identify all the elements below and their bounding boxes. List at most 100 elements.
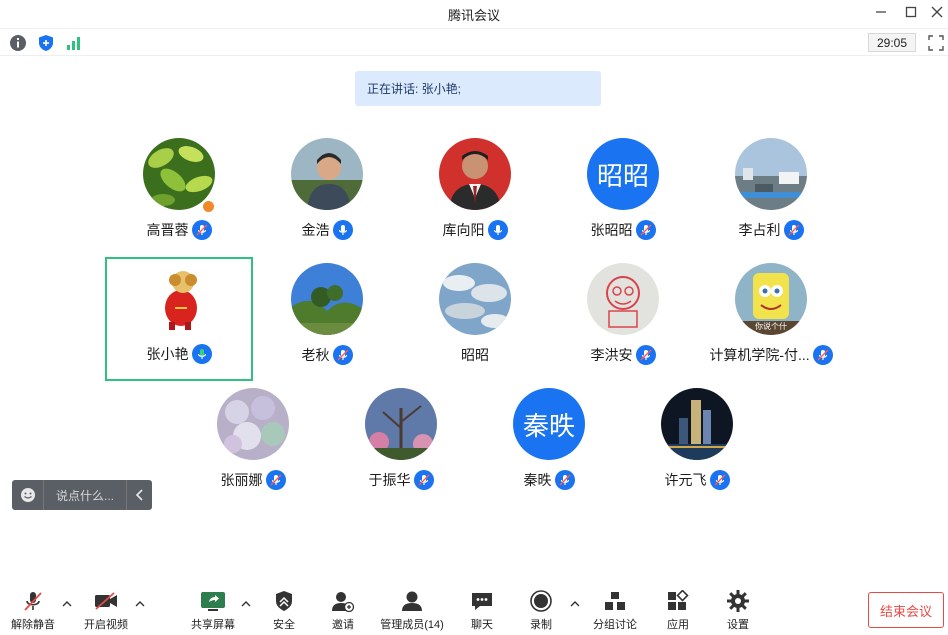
breakout-rooms-button[interactable]: 分组讨论 <box>589 588 641 634</box>
speaking-banner: 正在讲话: 张小艳; <box>355 71 601 106</box>
microphone-muted-icon <box>783 220 804 240</box>
participant-tile-active-speaker[interactable]: 张小艳 <box>105 257 253 381</box>
landscape-photo-icon <box>291 263 363 335</box>
security-shield-icon <box>276 591 292 611</box>
microphone-off-icon <box>24 592 42 611</box>
close-icon <box>931 6 943 18</box>
participant-tile[interactable]: 张丽娜 <box>179 376 327 500</box>
microphone-muted-icon <box>709 470 730 490</box>
maximize-icon <box>905 6 917 18</box>
microphone-muted-icon <box>265 470 286 490</box>
avatar <box>735 138 807 210</box>
microphone-muted-icon <box>413 470 434 490</box>
collapse-chat-button[interactable] <box>126 480 152 510</box>
emoji-button[interactable] <box>12 480 44 510</box>
avatar: 你说个什 <box>735 263 807 335</box>
minimize-icon <box>876 11 886 13</box>
participant-tile[interactable]: 金浩 <box>253 126 401 250</box>
gear-icon <box>727 590 749 612</box>
participant-tile[interactable]: 许元飞 <box>623 376 771 500</box>
chat-placeholder[interactable]: 说点什么... <box>44 487 126 504</box>
participant-tile[interactable]: 李占利 <box>697 126 845 250</box>
participant-tile[interactable]: 李洪安 <box>549 251 697 375</box>
participant-tile[interactable]: 高晋蓉 <box>105 126 253 250</box>
title-bar: 腾讯会议 <box>0 0 948 26</box>
participant-name: 库向阳 <box>442 222 485 238</box>
chat-label: 聊天 <box>471 619 493 631</box>
fullscreen-button[interactable] <box>926 33 946 53</box>
share-options-caret[interactable] <box>240 598 252 610</box>
avatar <box>661 388 733 460</box>
audio-options-caret[interactable] <box>61 598 73 610</box>
chevron-left-icon <box>135 489 143 501</box>
participant-name: 高晋蓉 <box>146 222 189 238</box>
participant-tile[interactable]: 昭昭 <box>401 251 549 375</box>
record-button[interactable]: 录制 <box>519 588 563 634</box>
invite-button[interactable]: 邀请 <box>321 588 365 634</box>
add-user-icon <box>332 592 355 612</box>
participant-name: 张昭昭 <box>590 222 633 238</box>
participant-name: 李占利 <box>738 222 781 238</box>
participant-name: 张小艳 <box>146 346 189 362</box>
microphone-muted-icon <box>635 220 656 240</box>
participant-name: 昭昭 <box>461 347 489 363</box>
settings-button[interactable]: 设置 <box>716 588 760 634</box>
minimize-button[interactable] <box>866 2 896 22</box>
participant-tile[interactable]: 老秋 <box>253 251 401 375</box>
blossom-photo-icon <box>365 388 437 460</box>
record-icon <box>530 590 552 612</box>
manage-members-label: 管理成员(14) <box>380 619 444 631</box>
security-button[interactable]: 安全 <box>262 588 306 634</box>
avatar <box>217 388 289 460</box>
meeting-info-button[interactable] <box>8 33 28 53</box>
microphone-icon <box>332 220 353 240</box>
microphone-muted-icon <box>191 220 212 240</box>
microphone-muted-icon <box>332 345 353 365</box>
man-suit-photo-icon <box>439 138 511 210</box>
signal-icon <box>67 37 80 50</box>
start-video-button[interactable]: 开启视频 <box>80 588 132 634</box>
participant-tile[interactable]: 于振华 <box>327 376 475 500</box>
avatar-text: 秦昳 <box>513 388 585 460</box>
microphone-muted-icon <box>812 345 833 365</box>
participant-name: 秦昳 <box>523 472 552 488</box>
apps-button[interactable]: 应用 <box>656 588 700 634</box>
unmute-button[interactable]: 解除静音 <box>8 588 58 634</box>
participant-tile[interactable]: 秦昳 秦昳 <box>475 376 623 500</box>
security-status-button[interactable] <box>36 33 56 53</box>
unmute-label: 解除静音 <box>11 619 55 631</box>
video-options-caret[interactable] <box>134 598 146 610</box>
avatar <box>439 263 511 335</box>
network-status-button[interactable] <box>64 33 84 53</box>
avatar <box>587 263 659 335</box>
security-label: 安全 <box>273 619 295 631</box>
avatar <box>439 138 511 210</box>
video-off-icon <box>95 592 117 610</box>
participant-name: 张丽娜 <box>220 472 263 488</box>
info-bar: 29:05 <box>0 28 948 56</box>
bottom-toolbar: 解除静音 开启视频 共享屏幕 安全 邀请 管理成员(14) 聊天 录制 分组讨论… <box>0 580 948 635</box>
participant-tile[interactable]: 库向阳 <box>401 126 549 250</box>
chat-quick-input[interactable]: 说点什么... <box>12 480 152 510</box>
close-button[interactable] <box>922 2 948 22</box>
apps-grid-icon <box>668 590 689 610</box>
participant-tile[interactable]: 昭昭 张昭昭 <box>549 126 697 250</box>
meeting-window: 腾讯会议 29:05 正在讲话: 张小艳; 高晋蓉 金浩 库向阳 昭昭 张昭昭 … <box>0 0 948 635</box>
record-options-caret[interactable] <box>569 598 581 610</box>
chevron-up-icon <box>135 601 145 607</box>
share-screen-button[interactable]: 共享屏幕 <box>188 588 238 634</box>
share-screen-label: 共享屏幕 <box>191 619 235 631</box>
manage-members-button[interactable]: 管理成员(14) <box>376 588 448 634</box>
end-meeting-button[interactable]: 结束会议 <box>868 592 944 628</box>
microphone-muted-icon <box>635 345 656 365</box>
city-photo-icon <box>735 138 807 210</box>
shield-icon <box>39 35 53 51</box>
chat-button[interactable]: 聊天 <box>460 588 504 634</box>
share-screen-icon <box>201 592 225 611</box>
participant-name: 于振华 <box>368 472 411 488</box>
participant-tile[interactable]: 你说个什 计算机学院-付... <box>697 251 845 375</box>
microphone-speaking-icon <box>191 344 212 364</box>
chevron-up-icon <box>570 601 580 607</box>
smiley-icon <box>20 488 35 502</box>
night-city-photo-icon <box>661 388 733 460</box>
